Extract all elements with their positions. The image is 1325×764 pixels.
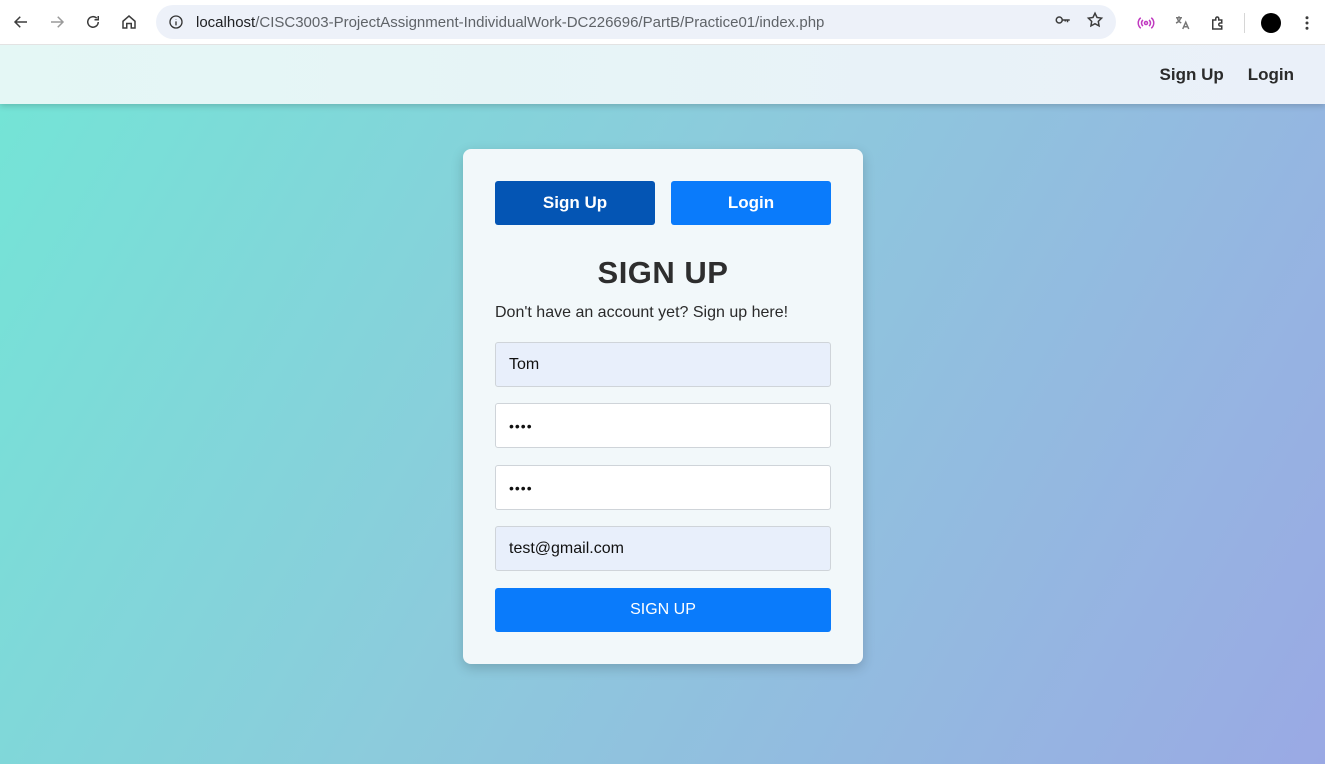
form-subtitle: Don't have an account yet? Sign up here! <box>495 304 789 321</box>
confirm-password-input[interactable]: •••• <box>495 465 831 510</box>
key-icon[interactable] <box>1054 11 1072 34</box>
menu-button[interactable] <box>1289 5 1325 41</box>
site-header: Sign Up Login <box>0 45 1325 104</box>
password-input[interactable]: •••• <box>495 403 831 448</box>
extensions-icon <box>1212 15 1223 30</box>
header-login-link[interactable]: Login <box>1248 65 1294 85</box>
forward-icon <box>51 16 65 28</box>
username-input[interactable]: Tom <box>495 342 831 387</box>
forward-button[interactable] <box>39 4 75 40</box>
reload-icon <box>87 15 99 28</box>
translate-extension[interactable] <box>1164 5 1200 41</box>
info-icon[interactable] <box>168 14 184 30</box>
translate-icon <box>1175 15 1190 29</box>
page-background: Sign Up Login Sign Up Login SIGN UP Don'… <box>0 45 1325 764</box>
star-icon[interactable] <box>1086 11 1104 34</box>
signup-tab-button[interactable]: Sign Up <box>495 181 655 225</box>
form-title: SIGN UP <box>597 255 729 290</box>
url-path: /CISC3003-ProjectAssignment-IndividualWo… <box>255 13 825 31</box>
email-input[interactable]: test@gmail.com <box>495 526 831 571</box>
url-host: localhost <box>196 13 256 31</box>
back-icon <box>13 16 27 28</box>
login-tab-button[interactable]: Login <box>671 181 831 225</box>
home-icon <box>122 15 136 29</box>
menu-icon <box>1305 15 1309 30</box>
home-button[interactable] <box>111 4 147 40</box>
header-signup-link[interactable]: Sign Up <box>1160 65 1224 85</box>
profile-icon[interactable] <box>1261 12 1281 33</box>
browser-toolbar: localhost/CISC3003-ProjectAssignment-Ind… <box>0 0 1325 45</box>
signup-submit-button[interactable]: SIGN UP <box>495 588 831 632</box>
extensions-button[interactable] <box>1200 5 1236 41</box>
broadcast-icon <box>1137 16 1155 29</box>
address-bar[interactable]: localhost/CISC3003-ProjectAssignment-Ind… <box>156 5 1116 39</box>
broadcast-extension[interactable] <box>1128 5 1164 41</box>
url-text[interactable]: localhost/CISC3003-ProjectAssignment-Ind… <box>196 14 824 31</box>
reload-button[interactable] <box>75 4 111 40</box>
toolbar-divider <box>1244 12 1245 33</box>
back-button[interactable] <box>3 4 39 40</box>
signup-card: Sign Up Login SIGN UP Don't have an acco… <box>463 149 863 664</box>
